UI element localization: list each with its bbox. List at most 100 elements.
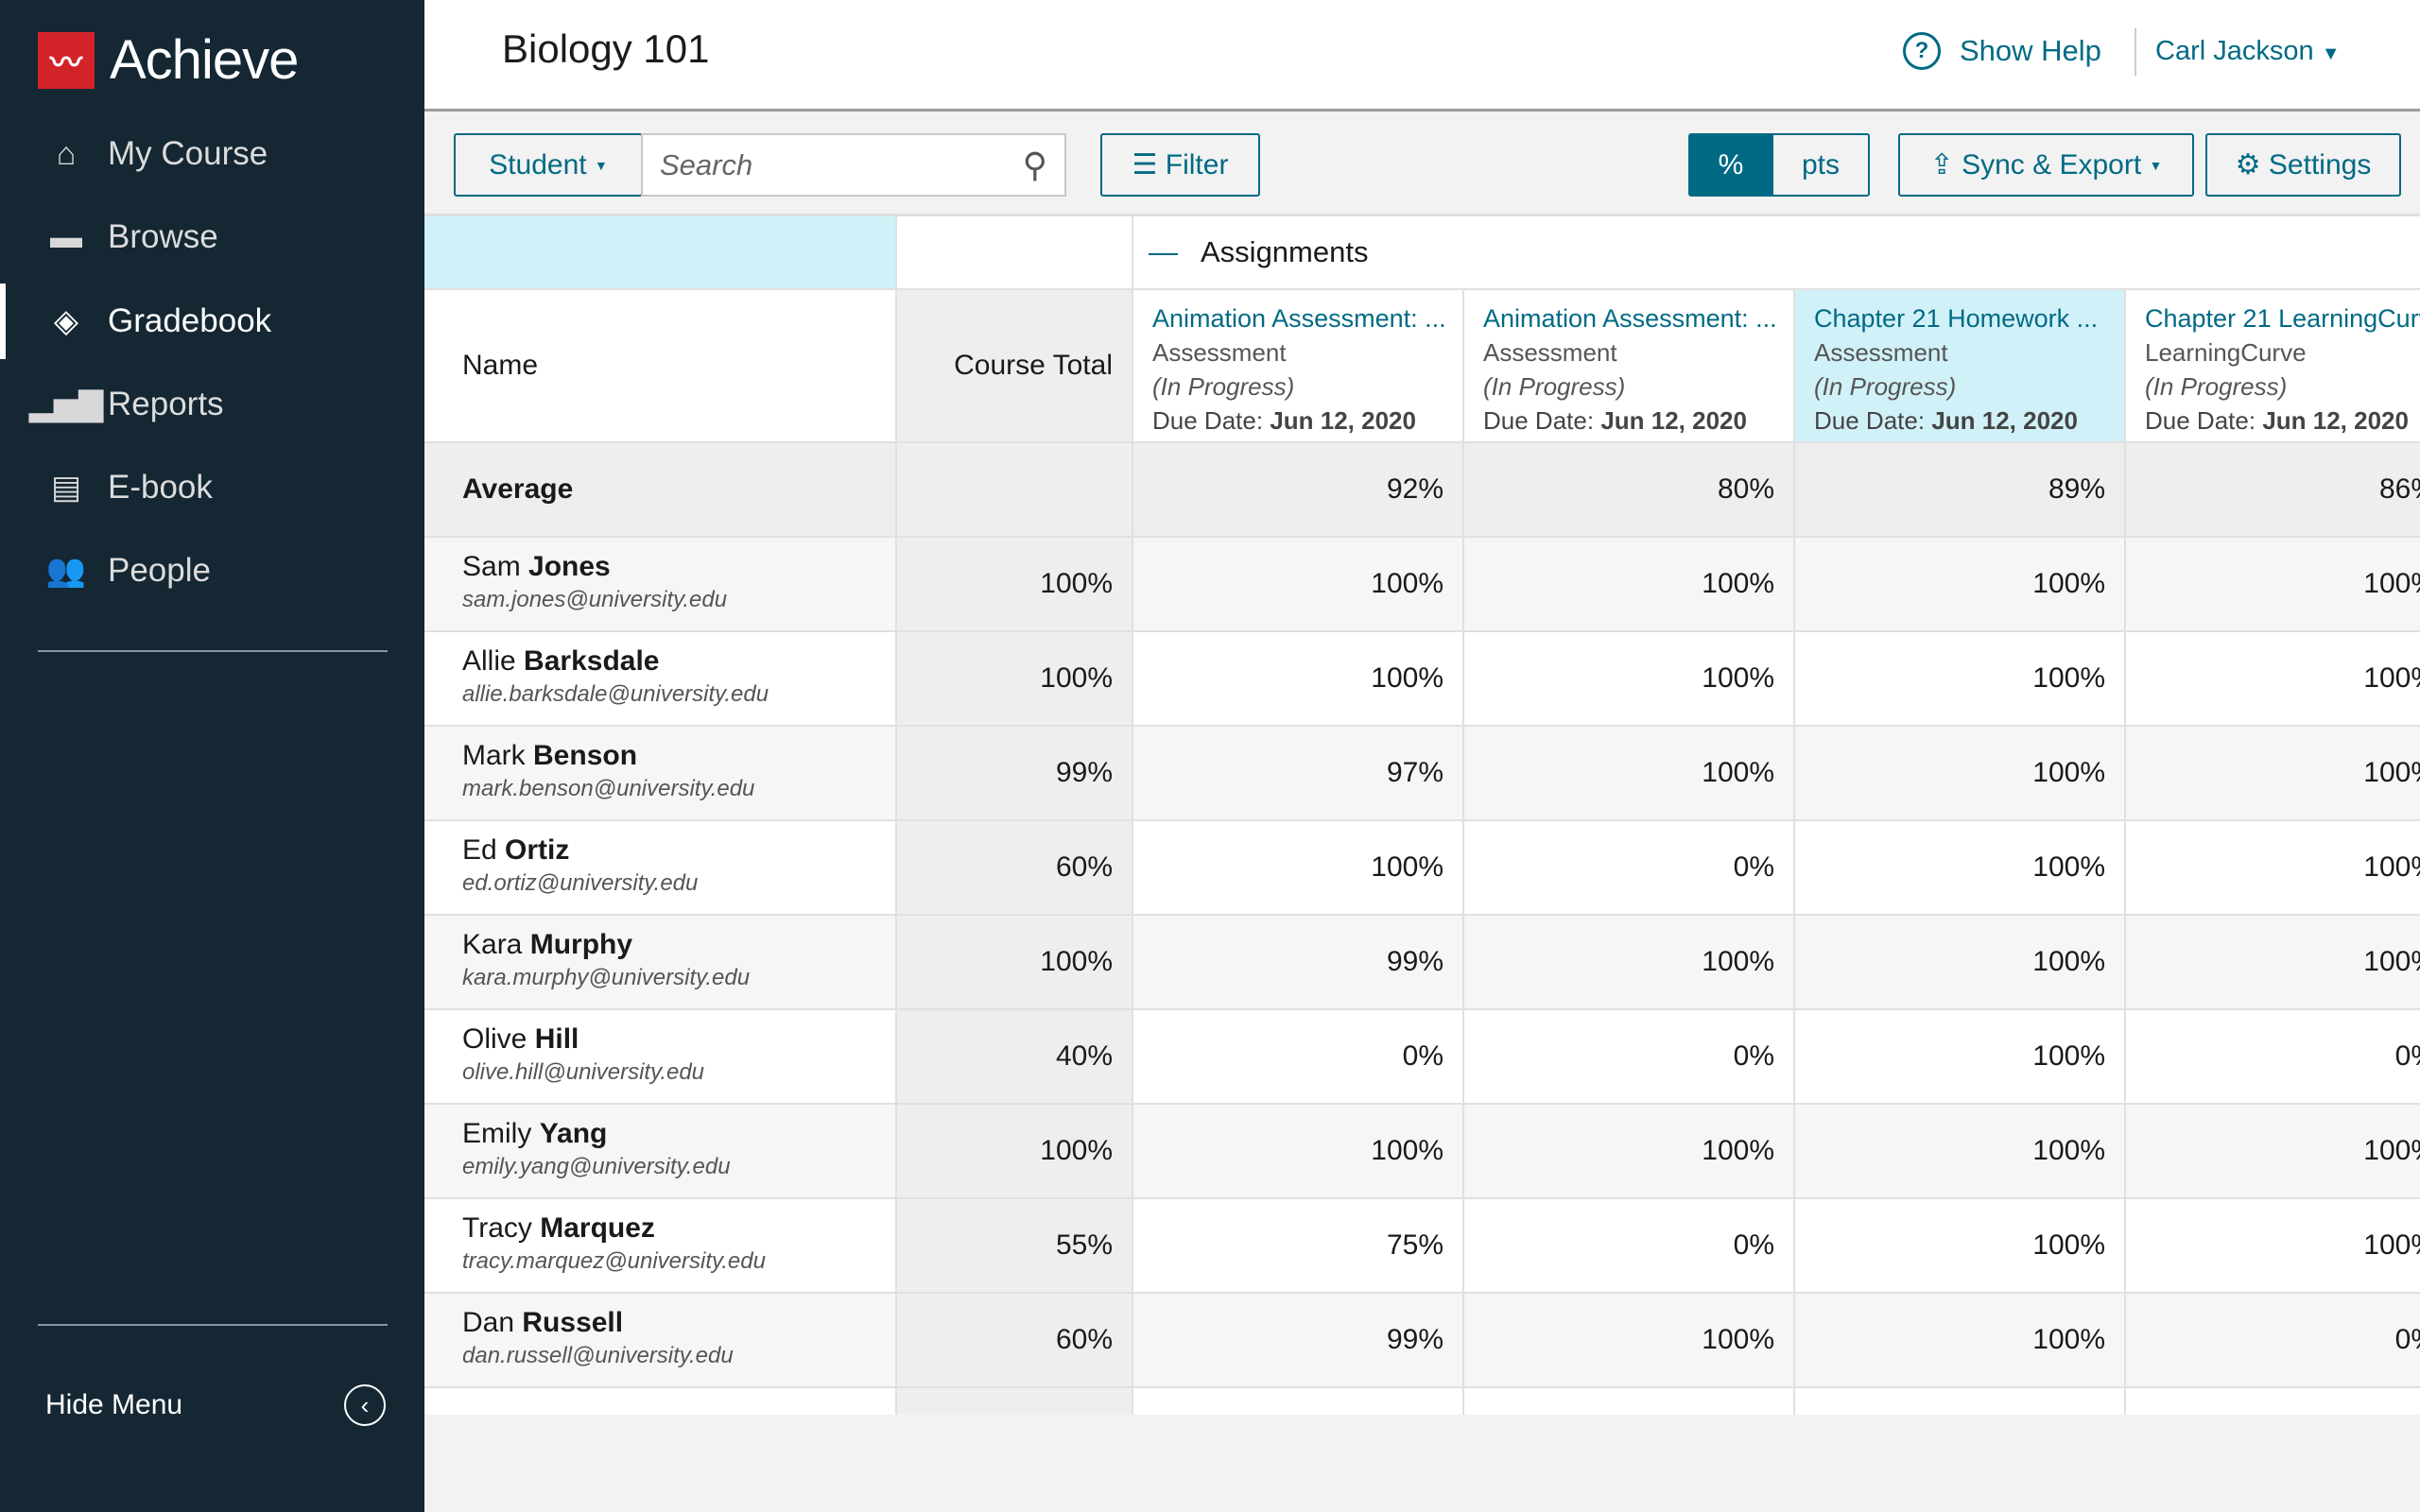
score-cell[interactable]: 100% xyxy=(1464,1294,1795,1388)
score-cell[interactable]: 0% xyxy=(2126,1294,2420,1388)
student-first-name: Mark xyxy=(462,740,526,771)
search-input[interactable]: Search ⚲ xyxy=(641,133,1066,197)
student-name-cell[interactable]: Allie Barksdale allie.barksdale@universit… xyxy=(424,632,897,727)
score-cell[interactable]: 99% xyxy=(1133,916,1464,1010)
assignment-column-header[interactable]: Animation Assessment: ... Assessment (In P… xyxy=(1133,290,1464,443)
score-value: 0% xyxy=(1402,1040,1443,1072)
assignment-type: Assessment xyxy=(1152,338,1287,367)
toolbar: Student ▼ Search ⚲ ☰ Filter % pts ⇪ Sync … xyxy=(424,114,2420,216)
score-cell[interactable]: 100% xyxy=(2126,727,2420,821)
percent-toggle[interactable]: % xyxy=(1688,133,1773,197)
course-total-cell: 99% xyxy=(897,727,1133,821)
sidebar-item-my-course[interactable]: ⌂ My Course xyxy=(0,116,424,192)
student-first-name: Tracy xyxy=(462,1212,532,1244)
score-cell[interactable]: 100% xyxy=(1795,821,2126,916)
score-cell[interactable]: 100% xyxy=(2126,821,2420,916)
assignment-column-header[interactable]: Chapter 21 Homework ... Assessment (In Pro… xyxy=(1795,290,2126,443)
score-cell[interactable]: 100% xyxy=(1795,727,2126,821)
filter-button[interactable]: ☰ Filter xyxy=(1100,133,1260,197)
name-header[interactable]: Name xyxy=(424,290,897,443)
sync-export-button[interactable]: ⇪ Sync & Export ▼ xyxy=(1898,133,2194,197)
score-cell[interactable]: 100% xyxy=(1464,727,1795,821)
course-total-header[interactable]: Course Total xyxy=(897,290,1133,443)
score-cell[interactable]: 100% xyxy=(1795,632,2126,727)
score-cell[interactable]: 97% xyxy=(1133,727,1464,821)
score-cell[interactable]: 100% xyxy=(1133,821,1464,916)
score-cell[interactable]: 100% xyxy=(2126,632,2420,727)
average-total xyxy=(897,443,1133,538)
sidebar-item-people[interactable]: 👥 People xyxy=(0,533,424,609)
achieve-logo[interactable]: 〰 Achieve xyxy=(38,28,299,92)
score-cell[interactable]: 75% xyxy=(1133,1199,1464,1294)
due-date-label: Due Date: xyxy=(1152,406,1264,435)
student-dropdown[interactable]: Student ▼ xyxy=(454,133,643,197)
score-value: 100% xyxy=(2032,757,2105,788)
score-cell[interactable]: 100% xyxy=(1795,1294,2126,1388)
score-value: 100% xyxy=(1702,757,1774,788)
home-icon: ⌂ xyxy=(56,135,77,172)
score-cell[interactable]: 0% xyxy=(1464,1010,1795,1105)
collapse-icon[interactable]: — xyxy=(1149,235,1178,269)
score-cell[interactable]: 100% xyxy=(1795,1199,2126,1294)
course-total-value: 40% xyxy=(1055,1040,1113,1072)
sidebar-item-reports[interactable]: ▂▅▇ Reports xyxy=(0,367,424,442)
header: Biology 101 ? Show Help Carl Jackson ▼ xyxy=(424,0,2420,112)
assignment-column-header[interactable]: Chapter 21 LearningCurve LearningCurve (In… xyxy=(2126,290,2420,443)
score-value: 97% xyxy=(1386,757,1443,788)
average-score-value: 86% xyxy=(2378,473,2420,505)
score-cell[interactable]: 99% xyxy=(1133,1294,1464,1388)
student-name-cell[interactable]: Ed Ortiz ed.ortiz@university.edu xyxy=(424,821,897,916)
score-cell[interactable]: 0% xyxy=(1464,821,1795,916)
score-value: 0% xyxy=(1733,851,1774,883)
course-total-cell: 100% xyxy=(897,632,1133,727)
sidebar-item-ebook[interactable]: ▤ E-book xyxy=(0,450,424,525)
score-cell[interactable]: 100% xyxy=(1795,1105,2126,1199)
score-value: 100% xyxy=(1371,1135,1443,1166)
sidebar-item-browse[interactable]: ▬ Browse xyxy=(0,199,424,275)
course-total-value: 100% xyxy=(1040,662,1113,694)
score-cell[interactable]: 100% xyxy=(2126,538,2420,632)
score-cell[interactable]: 0% xyxy=(2126,1010,2420,1105)
student-name-cell[interactable]: Sam Jones sam.jones@university.edu xyxy=(424,538,897,632)
score-cell[interactable]: 100% xyxy=(1795,916,2126,1010)
header-separator xyxy=(2135,28,2136,76)
student-name-cell[interactable]: Kara Murphy kara.murphy@university.edu xyxy=(424,916,897,1010)
table-row-partial xyxy=(1795,1388,2126,1415)
student-name-cell[interactable]: Mark Benson mark.benson@university.edu xyxy=(424,727,897,821)
sidebar-item-label: Browse xyxy=(108,218,218,255)
student-name-cell[interactable]: Dan Russell dan.russell@university.edu xyxy=(424,1294,897,1388)
score-cell[interactable]: 100% xyxy=(2126,1105,2420,1199)
score-cell[interactable]: 100% xyxy=(2126,916,2420,1010)
settings-button[interactable]: ⚙ Settings xyxy=(2205,133,2401,197)
student-name-cell[interactable]: Olive Hill olive.hill@university.edu xyxy=(424,1010,897,1105)
student-first-name: Kara xyxy=(462,929,523,960)
assignment-column-header[interactable]: Animation Assessment: ... Assessment (In P… xyxy=(1464,290,1795,443)
user-menu[interactable]: Carl Jackson ▼ xyxy=(2155,36,2340,67)
show-help-button[interactable]: ? Show Help xyxy=(1903,32,2101,70)
score-cell[interactable]: 100% xyxy=(1464,538,1795,632)
score-cell[interactable]: 100% xyxy=(1795,538,2126,632)
score-value: 100% xyxy=(2032,568,2105,599)
hide-menu-button[interactable]: Hide Menu ‹ xyxy=(45,1384,386,1426)
sidebar-item-gradebook[interactable]: ◈ Gradebook xyxy=(0,284,424,359)
points-toggle[interactable]: pts xyxy=(1772,133,1870,197)
student-last-name: Russell xyxy=(522,1307,624,1338)
due-date-label: Due Date: xyxy=(1814,406,1926,435)
score-cell[interactable]: 100% xyxy=(1464,1105,1795,1199)
score-cell[interactable]: 0% xyxy=(1133,1010,1464,1105)
score-cell[interactable]: 100% xyxy=(1795,1010,2126,1105)
score-cell[interactable]: 100% xyxy=(1133,538,1464,632)
student-name-cell[interactable]: Emily Yang emily.yang@university.edu xyxy=(424,1105,897,1199)
score-cell[interactable]: 100% xyxy=(2126,1199,2420,1294)
student-last-name: Yang xyxy=(539,1118,608,1149)
student-name-cell[interactable]: Tracy Marquez tracy.marquez@university.ed… xyxy=(424,1199,897,1294)
score-cell[interactable]: 0% xyxy=(1464,1199,1795,1294)
folder-icon: ▬ xyxy=(50,218,82,255)
course-total-cell: 100% xyxy=(897,916,1133,1010)
score-cell[interactable]: 100% xyxy=(1133,632,1464,727)
group-header-assignments[interactable]: — Assignments xyxy=(1133,216,2420,290)
score-cell[interactable]: 100% xyxy=(1133,1105,1464,1199)
score-cell[interactable]: 100% xyxy=(1464,632,1795,727)
student-last-name: Barksdale xyxy=(524,645,660,677)
score-cell[interactable]: 100% xyxy=(1464,916,1795,1010)
